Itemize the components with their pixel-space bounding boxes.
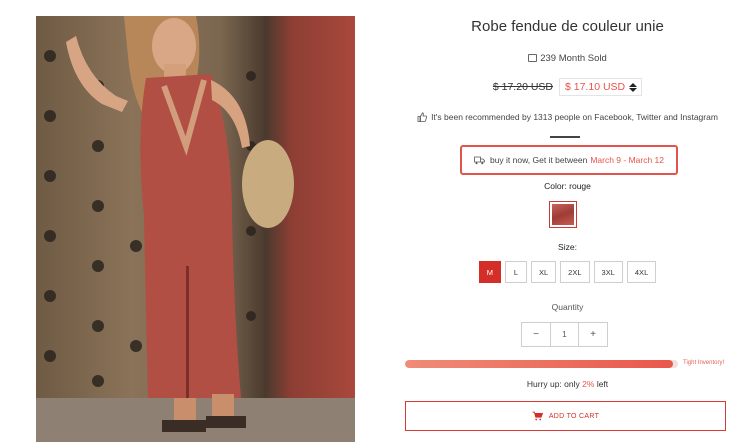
new-price: $ 17.10 USD bbox=[565, 81, 626, 93]
divider bbox=[550, 136, 580, 138]
price-row: $ 17.20 USD $ 17.10 USD bbox=[400, 78, 735, 96]
old-price: $ 17.20 USD bbox=[492, 81, 553, 93]
product-photo-illustration bbox=[36, 16, 355, 442]
price-sort-icon[interactable] bbox=[629, 82, 638, 92]
hurry-prefix: Hurry up: only bbox=[526, 379, 580, 389]
size-option-m[interactable]: M bbox=[478, 261, 501, 283]
cart-icon bbox=[532, 411, 543, 421]
color-swatch-image bbox=[552, 204, 574, 225]
shipping-text: buy it now, Get it between bbox=[489, 155, 588, 165]
currency-price-select[interactable]: $ 17.10 USD bbox=[559, 78, 643, 96]
thumbs-up-icon bbox=[417, 112, 428, 122]
calendar-icon bbox=[528, 54, 538, 62]
inventory-progress-fill bbox=[405, 360, 673, 368]
hurry-up-text: Hurry up: only 2% left bbox=[400, 379, 735, 389]
size-label: Size: bbox=[558, 242, 577, 252]
size-option-xl[interactable]: XL bbox=[530, 261, 557, 283]
quantity-stepper: − 1 + bbox=[521, 322, 608, 347]
color-swatch-rouge[interactable] bbox=[549, 201, 577, 228]
month-sold-count: 239 Month Sold bbox=[400, 53, 735, 64]
hurry-suffix: left bbox=[596, 379, 609, 389]
quantity-decrease-button[interactable]: − bbox=[522, 323, 550, 346]
truck-icon bbox=[474, 156, 485, 164]
product-info-panel: Robe fendue de couleur unie 239 Month So… bbox=[400, 0, 735, 445]
size-options: M L XL 2XL 3XL 4XL bbox=[400, 261, 735, 283]
size-option-l[interactable]: L bbox=[504, 261, 527, 283]
color-label: Color: rouge bbox=[544, 181, 591, 191]
stock-percent: 2% bbox=[582, 379, 595, 389]
size-option-3xl[interactable]: 3XL bbox=[593, 261, 623, 283]
size-option-2xl[interactable]: 2XL bbox=[560, 261, 590, 283]
size-option-4xl[interactable]: 4XL bbox=[626, 261, 657, 283]
quantity-label: Quantity bbox=[551, 302, 584, 312]
quantity-input[interactable]: 1 bbox=[550, 323, 579, 346]
inventory-progress-bar bbox=[405, 360, 678, 368]
quantity-increase-button[interactable]: + bbox=[579, 323, 607, 346]
product-title: Robe fendue de couleur unie bbox=[471, 18, 664, 35]
product-image[interactable] bbox=[36, 16, 355, 442]
recommendation-line: It's been recommended by 1313 people on … bbox=[400, 112, 735, 122]
add-to-cart-label: ADD TO CART bbox=[548, 412, 600, 420]
shipping-dates: March 9 - March 12 bbox=[590, 155, 665, 165]
recommendation-text: It's been recommended by 1313 people on … bbox=[431, 112, 718, 122]
shipping-estimate-box: buy it now, Get it between March 9 - Mar… bbox=[460, 145, 678, 175]
add-to-cart-button[interactable]: ADD TO CART bbox=[405, 401, 726, 431]
month-sold-text: 239 Month Sold bbox=[540, 53, 607, 64]
tight-inventory-note: Tight Inventory! bbox=[683, 360, 725, 366]
